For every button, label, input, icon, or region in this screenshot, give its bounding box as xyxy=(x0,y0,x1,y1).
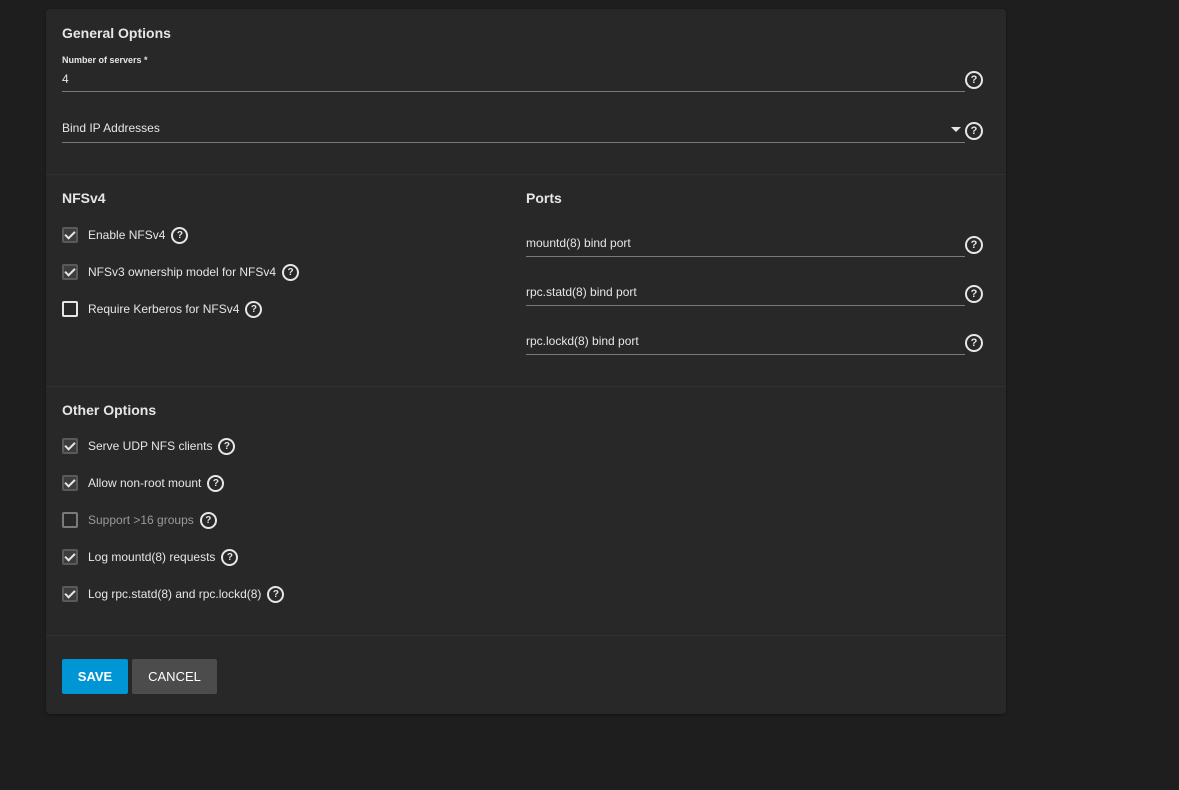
general-options-title: General Options xyxy=(62,25,171,41)
section-divider xyxy=(46,174,1006,175)
statd-port-label: rpc.statd(8) bind port xyxy=(526,285,637,299)
lockd-port-label: rpc.lockd(8) bind port xyxy=(526,334,639,348)
bind-ip-addresses-label: Bind IP Addresses xyxy=(62,121,160,135)
support-16-groups-checkbox-row: Support >16 groups ? xyxy=(62,511,217,529)
log-statd-lockd-help-icon[interactable]: ? xyxy=(267,585,285,603)
enable-nfsv4-label: Enable NFSv4 xyxy=(88,228,166,242)
allow-nonroot-help-icon[interactable]: ? xyxy=(207,474,225,492)
section-divider xyxy=(46,635,1006,636)
mountd-port-field[interactable]: mountd(8) bind port xyxy=(526,235,965,257)
enable-nfsv4-checkbox[interactable] xyxy=(62,227,78,243)
servers-help-icon[interactable]: ? xyxy=(965,71,983,89)
statd-port-field[interactable]: rpc.statd(8) bind port xyxy=(526,284,965,306)
enable-nfsv4-help-icon[interactable]: ? xyxy=(171,226,189,244)
log-mountd-help-icon[interactable]: ? xyxy=(221,548,239,566)
save-button[interactable]: SAVE xyxy=(62,659,128,694)
nfsv3-ownership-help-icon[interactable]: ? xyxy=(282,263,300,281)
other-options-title: Other Options xyxy=(62,402,157,418)
require-kerberos-checkbox[interactable] xyxy=(62,301,78,317)
serve-udp-help-icon[interactable]: ? xyxy=(218,437,236,455)
require-kerberos-label: Require Kerberos for NFSv4 xyxy=(88,302,240,316)
support-16-groups-checkbox xyxy=(62,512,78,528)
serve-udp-checkbox[interactable] xyxy=(62,438,78,454)
allow-nonroot-label: Allow non-root mount xyxy=(88,476,202,490)
serve-udp-checkbox-row[interactable]: Serve UDP NFS clients ? xyxy=(62,437,236,455)
require-kerberos-checkbox-row[interactable]: Require Kerberos for NFSv4 ? xyxy=(62,300,263,318)
mountd-port-help-icon[interactable]: ? xyxy=(965,236,983,254)
log-statd-lockd-checkbox-row[interactable]: Log rpc.statd(8) and rpc.lockd(8) ? xyxy=(62,585,285,603)
number-of-servers-value[interactable]: 4 xyxy=(62,72,69,86)
allow-nonroot-checkbox-row[interactable]: Allow non-root mount ? xyxy=(62,474,225,492)
nfs-settings-card: General Options Number of servers * 4 ? … xyxy=(46,9,1006,714)
support-16-groups-label: Support >16 groups xyxy=(88,513,194,527)
section-divider xyxy=(46,386,1006,387)
bind-ip-help-icon[interactable]: ? xyxy=(965,122,983,140)
number-of-servers-label: Number of servers * xyxy=(62,55,148,65)
serve-udp-label: Serve UDP NFS clients xyxy=(88,439,213,453)
cancel-button[interactable]: CANCEL xyxy=(132,659,217,694)
log-mountd-label: Log mountd(8) requests xyxy=(88,550,216,564)
log-mountd-checkbox-row[interactable]: Log mountd(8) requests ? xyxy=(62,548,239,566)
log-statd-lockd-label: Log rpc.statd(8) and rpc.lockd(8) xyxy=(88,587,262,601)
log-statd-lockd-checkbox[interactable] xyxy=(62,586,78,602)
require-kerberos-help-icon[interactable]: ? xyxy=(245,300,263,318)
support-16-groups-help-icon[interactable]: ? xyxy=(199,511,217,529)
number-of-servers-field[interactable]: Number of servers * 4 xyxy=(62,55,965,92)
lockd-port-field[interactable]: rpc.lockd(8) bind port xyxy=(526,333,965,355)
statd-port-help-icon[interactable]: ? xyxy=(965,285,983,303)
nfsv3-ownership-checkbox[interactable] xyxy=(62,264,78,280)
allow-nonroot-checkbox[interactable] xyxy=(62,475,78,491)
chevron-down-icon[interactable] xyxy=(951,127,961,132)
mountd-port-label: mountd(8) bind port xyxy=(526,236,631,250)
nfsv4-title: NFSv4 xyxy=(62,190,106,206)
log-mountd-checkbox[interactable] xyxy=(62,549,78,565)
enable-nfsv4-checkbox-row[interactable]: Enable NFSv4 ? xyxy=(62,226,189,244)
bind-ip-addresses-select[interactable]: Bind IP Addresses xyxy=(62,119,965,143)
ports-title: Ports xyxy=(526,190,562,206)
nfsv3-ownership-label: NFSv3 ownership model for NFSv4 xyxy=(88,265,277,279)
nfsv3-ownership-checkbox-row[interactable]: NFSv3 ownership model for NFSv4 ? xyxy=(62,263,300,281)
lockd-port-help-icon[interactable]: ? xyxy=(965,334,983,352)
